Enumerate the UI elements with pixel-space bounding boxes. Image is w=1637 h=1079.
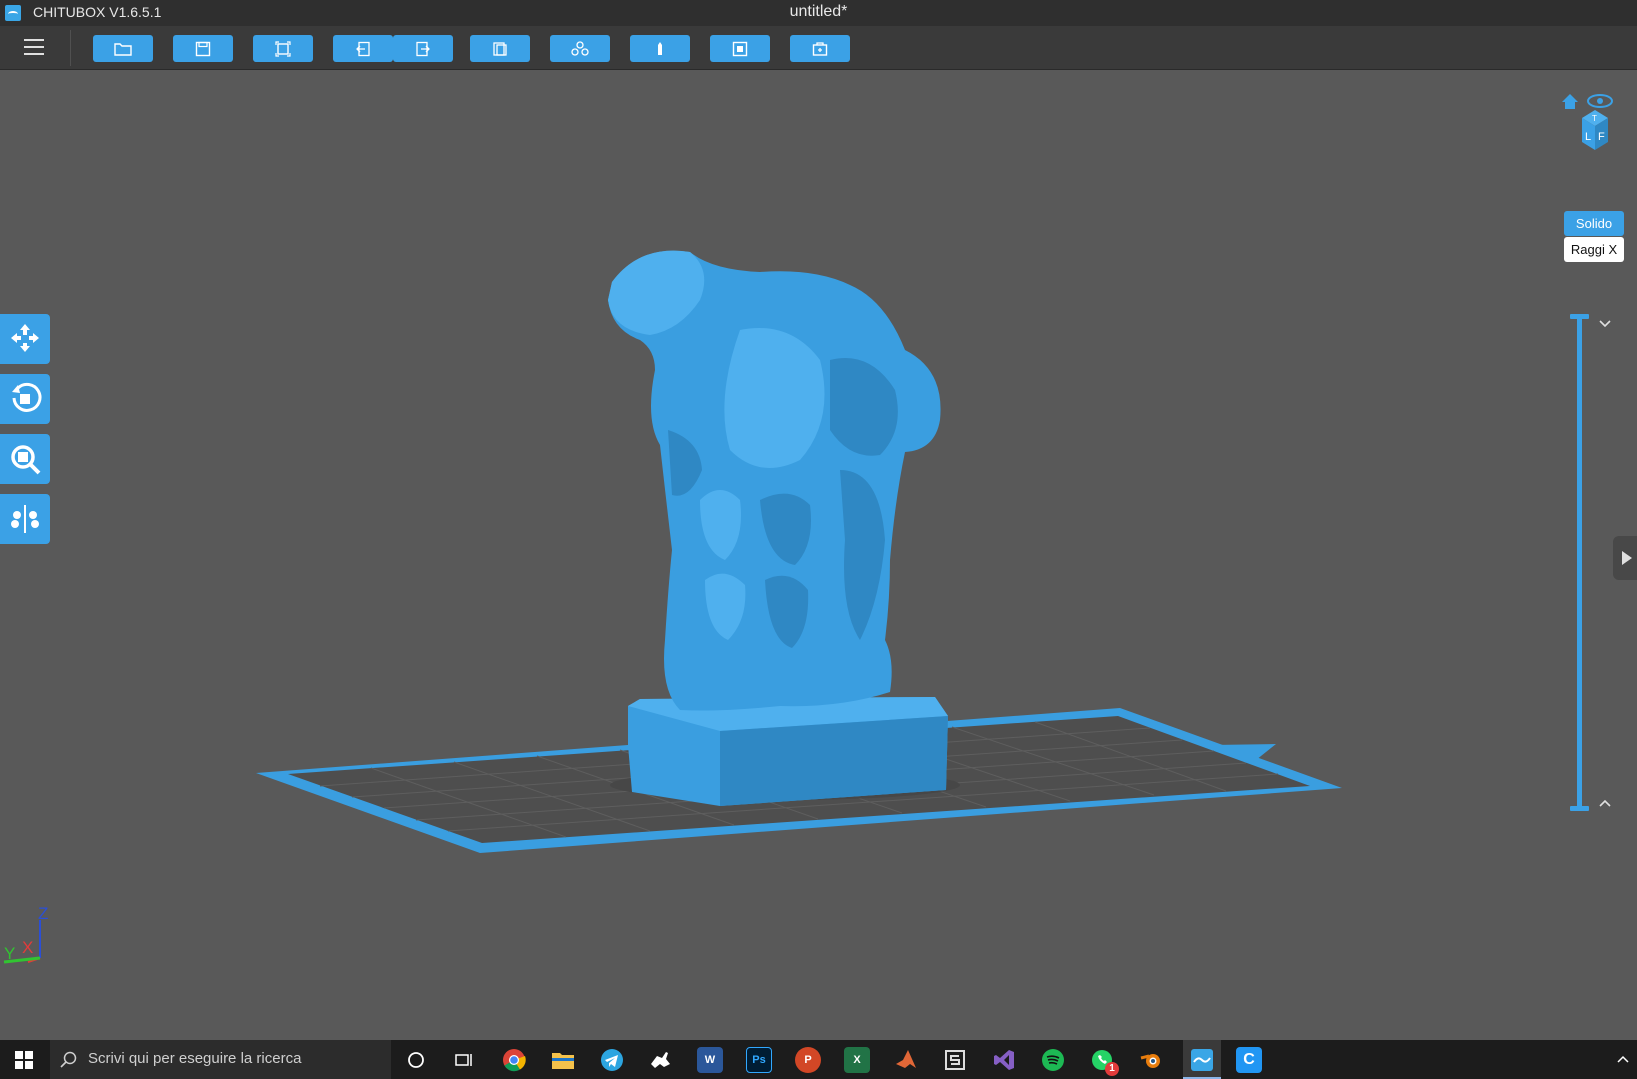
cube-icon[interactable]: L F T (1582, 110, 1608, 150)
arrange-button[interactable] (550, 35, 610, 62)
photoshop-icon: Ps (752, 1054, 766, 1066)
layer-slider-track[interactable] (1577, 315, 1582, 809)
save-button[interactable] (173, 35, 233, 62)
view-cube[interactable]: L F T (1558, 88, 1618, 154)
move-icon (11, 324, 39, 352)
axis-z-label: Z (38, 904, 49, 923)
scale-tool[interactable] (0, 434, 50, 484)
windows-taskbar: Scrivi qui per eseguire la ricerca W Ps … (0, 1040, 1637, 1079)
file-explorer-app[interactable] (550, 1047, 576, 1073)
chrome-app[interactable] (501, 1047, 527, 1073)
layer-slider-bottom-handle[interactable] (1570, 806, 1589, 811)
arrange-icon (571, 40, 589, 56)
search-icon (60, 1051, 77, 1068)
folder-open-icon (114, 42, 132, 56)
settings-button[interactable] (790, 35, 850, 62)
taskbar-search-box[interactable]: Scrivi qui per eseguire la ricerca (50, 1040, 391, 1079)
save-icon (195, 41, 211, 56)
supports-button[interactable] (630, 35, 690, 62)
cortana-icon (408, 1052, 424, 1068)
c-app[interactable]: C (1236, 1047, 1262, 1073)
toolbar-divider (70, 30, 71, 66)
word-icon: W (704, 1054, 716, 1066)
chevron-down-icon[interactable] (1598, 316, 1612, 330)
excel-icon: X (853, 1054, 861, 1066)
hollow-button[interactable] (710, 35, 770, 62)
copy-icon (493, 41, 507, 56)
windows-logo-icon (15, 1050, 33, 1069)
eye-icon[interactable] (1587, 94, 1613, 108)
cortana-button[interactable] (403, 1047, 429, 1073)
open-file-button[interactable] (93, 35, 153, 62)
rhino-app[interactable] (648, 1047, 674, 1073)
spotify-app[interactable] (1040, 1047, 1066, 1073)
start-button[interactable] (0, 1040, 48, 1079)
undo-button[interactable] (333, 35, 393, 62)
excel-app[interactable]: X (844, 1047, 870, 1073)
word-app[interactable]: W (697, 1047, 723, 1073)
support-icon (658, 41, 662, 55)
powerpoint-icon: P (804, 1054, 812, 1066)
play-arrow-icon (1622, 551, 1632, 565)
svg-text:L: L (1585, 131, 1591, 143)
s-app[interactable] (942, 1047, 968, 1073)
move-tool[interactable] (0, 314, 50, 364)
matlab-app[interactable] (893, 1047, 919, 1073)
axis-x-label: X (22, 938, 34, 957)
mirror-tool[interactable] (0, 494, 50, 544)
chevron-up-icon[interactable] (1598, 797, 1612, 811)
task-view-icon (455, 1054, 472, 1066)
s-icon (945, 1050, 965, 1070)
c-icon: C (1243, 1051, 1255, 1068)
task-view-button[interactable] (452, 1047, 478, 1073)
blender-app[interactable] (1138, 1047, 1164, 1073)
home-icon[interactable] (1562, 94, 1578, 109)
crop-icon (275, 40, 291, 57)
visual-studio-app[interactable] (991, 1047, 1017, 1073)
axis-y-label: Y (4, 944, 16, 963)
screenshot-button[interactable] (253, 35, 313, 62)
copy-button[interactable] (470, 35, 530, 62)
whatsapp-badge: 1 (1105, 1062, 1119, 1076)
scale-icon (11, 445, 41, 475)
visual-studio-icon (994, 1050, 1014, 1070)
mirror-icon (11, 505, 39, 533)
chitubox-window: { "window": { "app_name": "CHITUBOX V1.6… (0, 0, 1637, 1079)
whatsapp-app[interactable]: 1 (1089, 1047, 1119, 1076)
spotify-icon (1042, 1049, 1064, 1071)
redo-button[interactable] (393, 35, 453, 62)
telegram-icon (601, 1049, 623, 1071)
hamburger-icon[interactable] (24, 39, 44, 56)
torso-model[interactable] (608, 250, 960, 806)
matlab-icon (896, 1050, 916, 1068)
chitubox-app[interactable] (1183, 1040, 1221, 1079)
xray-mode-button[interactable]: Raggi X (1564, 237, 1624, 262)
tray-chevron-up-icon[interactable] (1616, 1053, 1630, 1067)
svg-text:T: T (1592, 114, 1597, 123)
hollow-icon (732, 41, 748, 56)
undo-icon (356, 41, 370, 56)
search-placeholder: Scrivi qui per eseguire la ricerca (88, 1050, 302, 1067)
viewport-3d[interactable] (0, 70, 1637, 1040)
title-bar: CHITUBOX V1.6.5.1 untitled* (0, 0, 1637, 26)
chrome-icon (503, 1049, 526, 1072)
document-title: untitled* (789, 3, 848, 20)
rhino-icon (651, 1052, 670, 1068)
chitubox-icon (1191, 1048, 1213, 1071)
redo-icon (416, 41, 430, 56)
telegram-app[interactable] (599, 1047, 625, 1073)
solid-mode-button[interactable]: Solido (1564, 211, 1624, 236)
folder-icon (552, 1053, 574, 1069)
blender-icon (1140, 1054, 1160, 1068)
rotate-icon (12, 382, 42, 412)
settings-icon (812, 41, 828, 56)
powerpoint-app[interactable]: P (795, 1047, 821, 1073)
rotate-tool[interactable] (0, 374, 50, 424)
svg-text:F: F (1598, 131, 1605, 143)
main-toolbar (0, 26, 1637, 70)
photoshop-app[interactable]: Ps (746, 1047, 772, 1073)
panel-expand-tab[interactable] (1613, 536, 1637, 580)
